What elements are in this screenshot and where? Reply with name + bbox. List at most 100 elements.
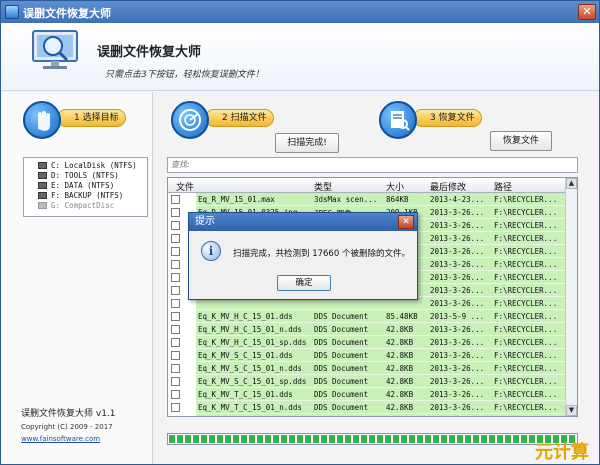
row-checkbox[interactable] (171, 260, 180, 269)
table-row[interactable]: Eq_K_MV_H_C_15_01_sp.dds DDS Document 42.8… (168, 336, 566, 349)
search-input[interactable]: 查找: (167, 157, 578, 173)
drive-item-f[interactable]: F: BACKUP (NTFS) (24, 190, 147, 200)
table-row[interactable]: Eq_K_MV_S_C_15_01_n.dds DDS Document 42.8K… (168, 362, 566, 375)
table-row[interactable]: Eq_K_MV_S_C_15_01.dds DDS Document 42.8KB 2… (168, 349, 566, 362)
scroll-down-icon[interactable]: ▼ (566, 405, 577, 416)
row-checkbox[interactable] (171, 403, 180, 412)
cell-modified: 2013-3-26... (430, 338, 485, 347)
row-checkbox[interactable] (171, 299, 180, 308)
row-checkbox[interactable] (171, 351, 180, 360)
row-checkbox[interactable] (171, 195, 180, 204)
drive-item-g[interactable]: G: CompactDisc (24, 200, 147, 210)
cell-path: F:\RECYCLER... (494, 208, 558, 217)
column-header-file[interactable]: 文件 (176, 180, 194, 193)
cell-modified: 2013-3-26... (430, 234, 485, 243)
cell-size: 42.8KB (386, 377, 414, 386)
drive-item-c[interactable]: C: LocalDisk (NTFS) (24, 160, 147, 170)
cell-modified: 2013-5-9 ... (430, 312, 485, 321)
app-icon (5, 5, 19, 19)
column-header-path[interactable]: 路径 (494, 180, 512, 193)
cell-size: 42.8KB (386, 416, 428, 417)
cell-modified: 2013-3-26... (430, 364, 485, 373)
cell-size: 864KB (386, 195, 409, 204)
row-checkbox[interactable] (171, 416, 180, 417)
row-checkbox[interactable] (171, 390, 180, 399)
step-1-label: 1 选择目标 (57, 109, 126, 127)
cell-size: 42.8KB (386, 351, 414, 360)
row-highlight (196, 414, 566, 416)
cell-modified: 2013-3-26... (430, 351, 485, 360)
column-header-modified[interactable]: 最后修改 (430, 180, 466, 193)
watermark-logo: 元计算 (535, 442, 589, 463)
copyright-text: Copyright (C) 2009 - 2017 (21, 423, 113, 431)
cell-modified: 2013-3-26... (430, 390, 485, 399)
cell-path: F:\RECYCLER... (494, 260, 558, 269)
drive-label: G: CompactDisc (51, 200, 115, 210)
cell-modified: 2013-3-26... (430, 286, 485, 295)
vertical-scrollbar[interactable]: ▲ ▼ (565, 178, 577, 416)
row-checkbox[interactable] (171, 338, 180, 347)
table-row[interactable]: Eq_K_MV_T_C_15_01_sp.dds DDS Document42.8… (168, 414, 566, 417)
cell-modified: 2013-4-23... (430, 195, 485, 204)
cell-modified: 2013-3-26... (430, 273, 485, 282)
table-row[interactable]: Eq_K_MV_T_C_15_01.dds DDS Document 42.8KB 2… (168, 388, 566, 401)
cell-size: 42.8KB (386, 403, 414, 412)
cell-modified: 2013-3-26... (430, 325, 485, 334)
cell-size: 85.48KB (386, 312, 418, 321)
cell-type: DDS Document (314, 338, 369, 347)
step-3-label: 3 恢复文件 (413, 109, 482, 127)
cell-file: Eq_K_MV_S_C_15_01_n.dds (198, 364, 302, 373)
table-row[interactable]: Eq_K_MV_T_C_15_01_n.dds DDS Document 42.8K… (168, 401, 566, 414)
cell-file: Eq_K_MV_H_C_15_01.dds (198, 312, 293, 321)
column-header-size[interactable]: 大小 (386, 180, 404, 193)
cell-path: F:\RECYCLER... (494, 377, 558, 386)
table-row[interactable]: Eq_R_MV_15_01.max 3dsMax scen... 864KB 2013… (168, 193, 566, 206)
disk-icon (38, 181, 47, 189)
row-checkbox[interactable] (171, 208, 180, 217)
row-checkbox[interactable] (171, 273, 180, 282)
row-checkbox[interactable] (171, 312, 180, 321)
cell-type: DDS Document (314, 364, 369, 373)
cell-path: F:\RECYCLER... (494, 351, 558, 360)
drive-tree[interactable]: C: LocalDisk (NTFS) D: TOOLS (NTFS) E: D… (23, 157, 148, 217)
cell-modified: 2013-3-26... (430, 208, 485, 217)
recover-button[interactable]: 恢复文件 (490, 131, 552, 151)
row-checkbox[interactable] (171, 377, 180, 386)
row-checkbox[interactable] (171, 325, 180, 334)
app-header: 误删文件恢复大师 只需点击3下按钮，轻松恢复误删文件！ (1, 23, 599, 91)
scroll-up-icon[interactable]: ▲ (566, 178, 577, 189)
cell-size: 42.8KB (386, 390, 414, 399)
row-checkbox[interactable] (171, 364, 180, 373)
table-row[interactable]: Eq_K_MV_H_C_15_01.dds DDS Document 85.48KB… (168, 310, 566, 323)
main-window: 误删文件恢复大师 ✕ 误删文件恢复大师 只需点击3下按钮，轻松恢复误删文件！ 1… (0, 0, 600, 465)
dialog-close-icon[interactable]: ✕ (398, 215, 414, 229)
row-checkbox[interactable] (171, 221, 180, 230)
drive-item-e[interactable]: E: DATA (NTFS) (24, 180, 147, 190)
column-header-type[interactable]: 类型 (314, 180, 332, 193)
title-bar[interactable]: 误删文件恢复大师 ✕ (1, 1, 599, 23)
drive-item-d[interactable]: D: TOOLS (NTFS) (24, 170, 147, 180)
row-checkbox[interactable] (171, 234, 180, 243)
close-button[interactable]: ✕ (578, 4, 596, 20)
dialog-title[interactable]: 提示 (189, 213, 417, 231)
cell-size: 42.8KB (386, 364, 414, 373)
cell-path: F:\RECYCLER... (494, 234, 558, 243)
ok-button[interactable]: 确定 (277, 275, 331, 291)
about-footer: 误删文件恢复大师 v1.1 Copyright (C) 2009 - 2017 … (21, 406, 146, 443)
disk-icon (38, 171, 47, 179)
cell-modified: 2013-3-26... (430, 221, 485, 230)
row-checkbox[interactable] (171, 286, 180, 295)
table-row[interactable]: Eq_K_MV_S_C_15_01_sp.dds DDS Document 42.8… (168, 375, 566, 388)
app-subtitle: 只需点击3下按钮，轻松恢复误删文件！ (105, 70, 264, 80)
row-checkbox[interactable] (171, 247, 180, 256)
scan-button[interactable]: 扫描完成! (275, 133, 339, 153)
cell-modified: 2013-3-26... (430, 403, 485, 412)
cell-type: 3dsMax scen... (314, 195, 378, 204)
table-row[interactable]: Eq_K_MV_H_C_15_01_n.dds DDS Document 42.8K… (168, 323, 566, 336)
drive-label: F: BACKUP (NTFS) (51, 190, 124, 200)
cell-path: F:\RECYCLER... (494, 416, 564, 417)
cell-path: F:\RECYCLER... (494, 299, 558, 308)
cell-path: F:\RECYCLER... (494, 390, 558, 399)
cell-size: 42.8KB (386, 338, 414, 347)
website-link[interactable]: www.fainsoftware.com (21, 435, 146, 443)
